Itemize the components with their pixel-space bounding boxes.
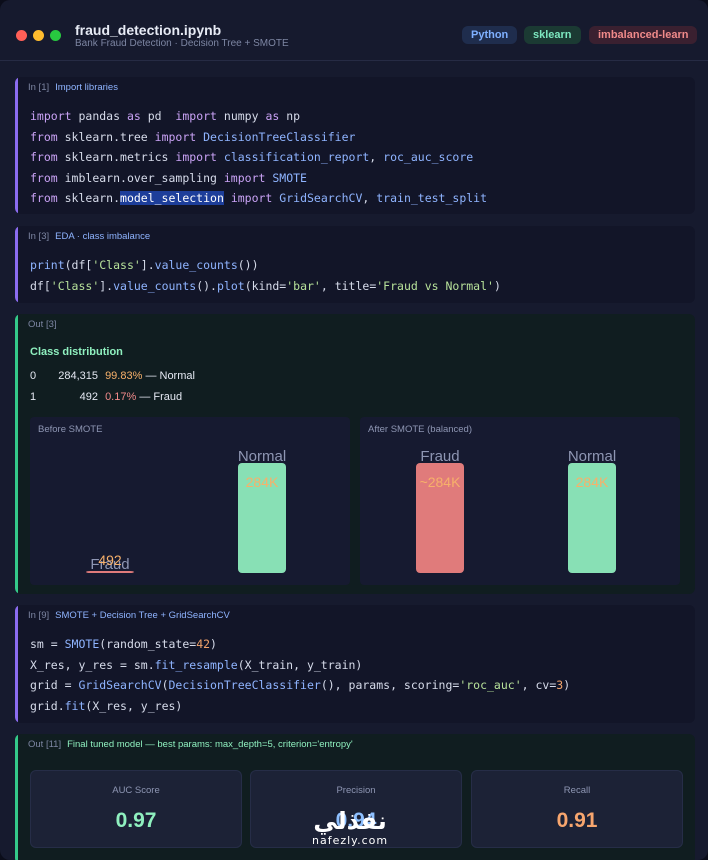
cell-header: Out [3] xyxy=(28,319,57,330)
class-percent: 99.83% xyxy=(105,370,143,382)
cell-label: Import libraries xyxy=(55,82,118,93)
metric-label: Recall xyxy=(563,785,591,796)
output-cell-class-distribution: Out [3] Class distribution 0 284,315 99.8… xyxy=(15,314,695,594)
cell-header: In [3] EDA · class imbalance xyxy=(28,231,150,242)
maximize-window-button[interactable] xyxy=(50,30,61,41)
output-heading: Class distribution xyxy=(30,346,123,358)
tag-python: Python xyxy=(462,26,518,44)
watermark-arabic: نفذلي xyxy=(313,807,387,835)
cell-prompt: In [9] xyxy=(28,610,50,621)
category-label: Fraud xyxy=(420,448,459,465)
metric-card-recall: Recall 0.91 xyxy=(471,770,683,848)
class-count: 492 xyxy=(79,391,98,403)
cell-prompt: Out [3] xyxy=(28,319,57,330)
cell-label: Final tuned model — best params: max_dep… xyxy=(67,739,353,750)
metric-label: AUC Score xyxy=(112,785,160,796)
cell-prompt: In [3] xyxy=(28,231,50,242)
notebook-title: fraud_detection.ipynb xyxy=(75,22,222,38)
close-window-button[interactable] xyxy=(16,30,27,41)
cell-prompt: Out [11] xyxy=(28,739,62,750)
cell-indicator xyxy=(15,226,18,303)
metric-value: 0.97 xyxy=(115,809,157,832)
code-block[interactable]: sm = SMOTE(random_state=42) X_res, y_res… xyxy=(30,634,570,716)
code-block[interactable]: import pandas as pd import numpy as np f… xyxy=(30,106,487,209)
code-cell-model-training[interactable]: In [9] SMOTE + Decision Tree + GridSearch… xyxy=(15,605,695,723)
class-name: — Normal xyxy=(145,370,195,382)
metric-label: Precision xyxy=(336,785,376,796)
cell-label: SMOTE + Decision Tree + GridSearchCV xyxy=(55,610,230,621)
cell-prompt: In [1] xyxy=(28,82,50,93)
tag-sklearn: sklearn xyxy=(524,26,581,44)
cell-indicator xyxy=(15,314,18,594)
distribution-row: 0 284,315 99.83% — Normal xyxy=(30,370,195,382)
cell-indicator xyxy=(15,734,18,860)
code-cell-imports[interactable]: In [1] Import libraries import pandas as … xyxy=(15,77,695,214)
class-count: 284,315 xyxy=(58,370,98,382)
cell-header: Out [11] Final tuned model — best params:… xyxy=(28,739,353,750)
value-label: ~284K xyxy=(420,474,462,490)
category-label: Normal xyxy=(238,448,286,465)
code-block[interactable]: print(df['Class'].value_counts()) df['Cl… xyxy=(30,255,501,296)
cell-indicator xyxy=(15,77,18,214)
minimize-window-button[interactable] xyxy=(33,30,44,41)
cell-indicator xyxy=(15,605,18,723)
class-index: 0 xyxy=(30,370,37,382)
cell-header: In [9] SMOTE + Decision Tree + GridSearch… xyxy=(28,610,230,621)
value-label: 284K xyxy=(576,474,609,490)
value-label: 284K xyxy=(246,474,279,490)
watermark-logo: نفذلي nafezly.com xyxy=(312,808,388,847)
class-index: 1 xyxy=(30,391,37,403)
watermark-latin: nafezly.com xyxy=(312,834,389,847)
distribution-row: 1 492 0.17% — Fraud xyxy=(30,391,182,403)
class-name: — Fraud xyxy=(139,391,183,403)
bar-chart-before: Fraud492Normal284K xyxy=(86,448,286,573)
chart-before-smote: Before SMOTE Fraud 492 Normal 284K xyxy=(30,417,350,585)
category-label: Normal xyxy=(568,448,616,465)
tag-imbalanced-learn: imbalanced-learn xyxy=(589,26,698,44)
chart-after-smote: After SMOTE (balanced) Fraud ~284K Normal 2… xyxy=(360,417,680,585)
metric-value: 0.91 xyxy=(556,809,598,832)
notebook-subtitle: Bank Fraud Detection · Decision Tree + S… xyxy=(75,38,289,49)
metric-card-auc: AUC Score 0.97 xyxy=(30,770,242,848)
cell-header: In [1] Import libraries xyxy=(28,82,118,93)
class-percent: 0.17% xyxy=(105,391,137,403)
code-cell-eda[interactable]: In [3] EDA · class imbalance print(df['Cl… xyxy=(15,226,695,303)
bar-chart-after: Fraud ~284K Normal 284K xyxy=(416,448,616,573)
title-bar: fraud_detection.ipynb Bank Fraud Detecti… xyxy=(0,0,708,61)
cell-label: EDA · class imbalance xyxy=(55,231,151,242)
value-label: 492 xyxy=(98,552,122,568)
notebook-window: fraud_detection.ipynb Bank Fraud Detecti… xyxy=(0,0,708,860)
